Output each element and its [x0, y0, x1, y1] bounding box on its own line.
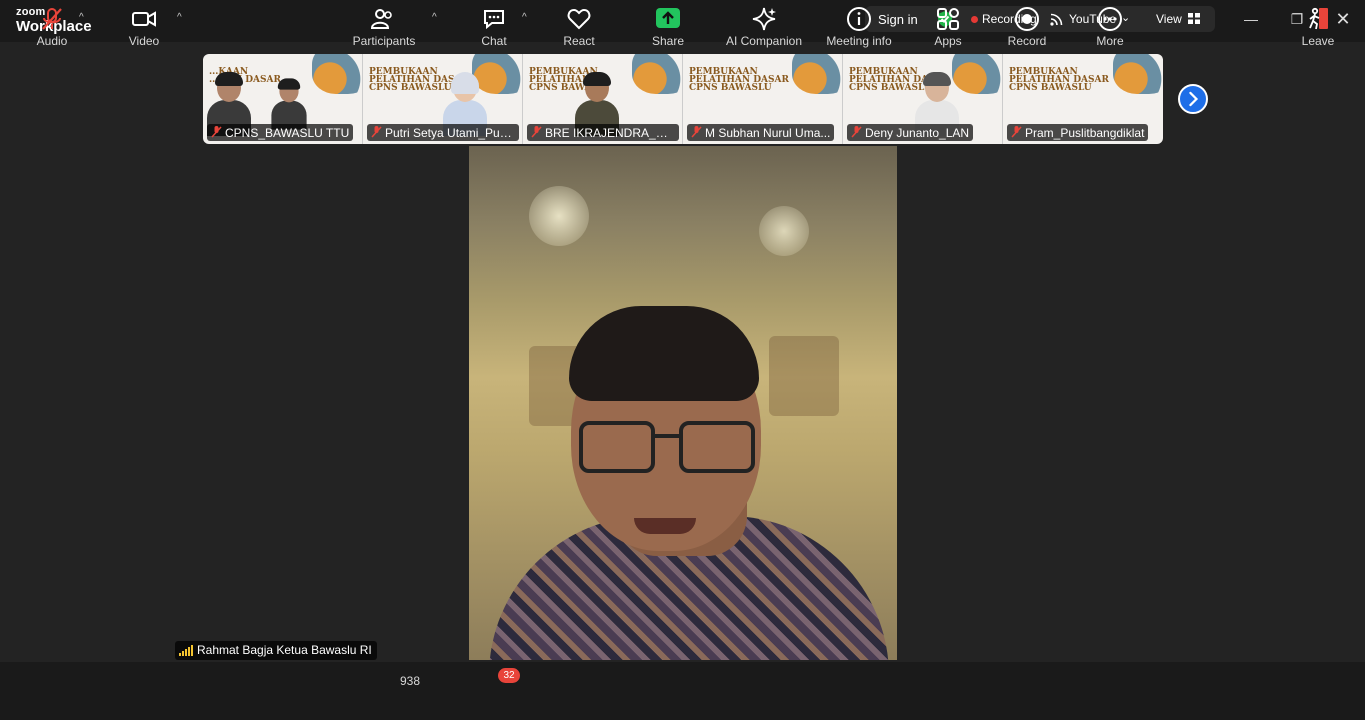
participant-name-text: Putri Setya Utami_Puslitb... — [385, 126, 519, 140]
participants-icon — [370, 9, 392, 29]
participant-name-text: BRE IKRAJENDRA_PU... — [545, 126, 679, 140]
chat-options-icon[interactable]: ^ — [522, 12, 527, 23]
participants-count: 938 — [400, 674, 421, 688]
speaker-hair — [569, 306, 759, 401]
participant-tile[interactable]: PEMBUKAAN PELATIHAN DASAR CPNS BAWASLU Pra… — [1003, 54, 1163, 144]
participant-name: Pram_Puslitbangdiklat — [1007, 124, 1149, 141]
glasses-bridge — [655, 434, 679, 438]
banner-line: CPNS BAWASLU — [369, 83, 452, 93]
background-frame — [769, 336, 839, 416]
audio-label: Audio — [36, 34, 68, 48]
participant-name: Deny Junanto_LAN — [847, 124, 974, 141]
participant-name: BRE IKRAJENDRA_PU... — [527, 124, 679, 141]
chat-label: Chat — [481, 34, 507, 48]
more-button[interactable]: More — [1090, 6, 1130, 48]
banner-ornament — [312, 54, 362, 94]
meeting-toolbar — [0, 662, 1365, 720]
chat-button[interactable]: Chat — [476, 6, 512, 48]
share-label: Share — [651, 34, 685, 48]
apps-button[interactable]: Apps — [928, 6, 968, 48]
mic-muted-icon — [851, 126, 862, 138]
ai-companion-button[interactable]: AI Companion — [722, 6, 806, 48]
glasses-lens — [679, 421, 755, 473]
participant-tile[interactable]: PEMBUKAAN PELATIHAN DASAR CPNS BAWASLU M S… — [683, 54, 843, 144]
meeting-info-label: Meeting info — [826, 34, 892, 48]
active-speaker-video[interactable] — [469, 146, 897, 660]
video-options-icon[interactable]: ^ — [177, 12, 182, 23]
react-button[interactable]: React — [560, 6, 598, 48]
leave-label: Leave — [1301, 34, 1335, 48]
glasses-lens — [579, 421, 655, 473]
video-label: Video — [128, 34, 160, 48]
participant-name-text: Pram_Puslitbangdiklat — [1025, 126, 1145, 140]
heart-icon — [567, 8, 591, 30]
more-icon — [1098, 7, 1122, 31]
mic-muted-icon — [371, 126, 382, 138]
participant-name-text: M Subhan Nurul Uma... — [705, 126, 831, 140]
active-speaker-name-text: Rahmat Bagja Ketua Bawaslu RI — [197, 643, 372, 657]
share-button[interactable]: Share — [648, 6, 688, 48]
mic-muted-icon — [531, 126, 542, 138]
participant-tile[interactable]: PEMBUKAAN PELATIHAN CPNS BAWAS BRE IKRAJEN… — [523, 54, 683, 144]
participant-tile[interactable]: ...KAAN...HAN DASAR CPNS_BAWASLU TTU — [203, 54, 363, 144]
stream-icon — [1050, 13, 1063, 26]
next-page-button[interactable] — [1178, 84, 1208, 114]
chat-icon — [484, 10, 504, 30]
minimize-icon[interactable]: — — [1241, 9, 1261, 29]
participants-options-icon[interactable]: ^ — [432, 12, 437, 23]
meeting-info-button[interactable]: Meeting info — [823, 6, 895, 48]
participant-name: CPNS_BAWASLU TTU — [207, 124, 354, 141]
info-icon — [847, 7, 871, 31]
leave-button[interactable]: Leave — [1298, 6, 1338, 48]
apps-icon — [937, 8, 959, 30]
banner-line: CPNS BAWASLU — [689, 83, 772, 93]
banner-ornament — [1113, 54, 1163, 94]
audio-options-icon[interactable]: ^ — [79, 12, 84, 23]
speaker-mouth — [634, 518, 696, 534]
recording-dot-icon — [971, 16, 978, 23]
chat-unread-badge: 32 — [498, 668, 520, 683]
more-label: More — [1096, 34, 1124, 48]
grid-view-icon[interactable] — [1188, 13, 1200, 24]
participant-tile[interactable]: PEMBUKAAN PELATIHAN DASAR CPNS BAWASLU Den… — [843, 54, 1003, 144]
banner-ornament — [792, 54, 842, 94]
banner-ornament — [952, 54, 1002, 94]
banner-text: PEMBUKAAN PELATIHAN DASAR CPNS BAWASLU — [689, 68, 789, 93]
participant-name: M Subhan Nurul Uma... — [687, 124, 835, 141]
mic-muted-icon — [211, 126, 222, 138]
participant-name-text: CPNS_BAWASLU TTU — [225, 126, 350, 140]
react-label: React — [563, 34, 595, 48]
light-blur — [529, 186, 589, 246]
participants-button[interactable]: Participants — [350, 6, 418, 48]
view-menu-button[interactable]: View — [1156, 12, 1182, 26]
sparkle-icon — [752, 7, 776, 31]
video-button[interactable]: Video — [124, 6, 164, 48]
ai-companion-label: AI Companion — [725, 34, 803, 48]
leave-icon — [1309, 7, 1328, 30]
signal-strength-icon — [179, 645, 193, 656]
banner-line: CPNS BAWASLU — [1009, 83, 1092, 93]
participant-name-text: Deny Junanto_LAN — [865, 126, 970, 140]
participant-name: Putri Setya Utami_Puslitb... — [367, 124, 519, 141]
record-label: Record — [1007, 34, 1047, 48]
participant-video — [271, 78, 307, 130]
active-speaker-name: Rahmat Bagja Ketua Bawaslu RI — [175, 641, 377, 660]
record-button[interactable]: Record — [1005, 6, 1049, 48]
camera-icon — [132, 11, 156, 27]
mic-muted-icon — [1011, 126, 1022, 138]
participants-label: Participants — [352, 34, 416, 48]
mic-muted-icon — [42, 8, 62, 30]
light-blur — [759, 206, 809, 256]
audio-button[interactable]: Audio — [32, 6, 72, 48]
apps-label: Apps — [934, 34, 962, 48]
banner-text: PEMBUKAAN PELATIHAN DASAR CPNS BAWASLU — [1009, 68, 1109, 93]
banner-ornament — [632, 54, 682, 94]
mic-muted-icon — [691, 126, 702, 138]
record-icon — [1015, 7, 1039, 31]
participant-tile[interactable]: PEMBUKAAN PELATIHAN DASAR CPNS BAWASLU Put… — [363, 54, 523, 144]
share-screen-icon — [656, 8, 680, 28]
participant-strip: ...KAAN...HAN DASAR CPNS_BAWASLU TTU PEM… — [203, 54, 1163, 144]
